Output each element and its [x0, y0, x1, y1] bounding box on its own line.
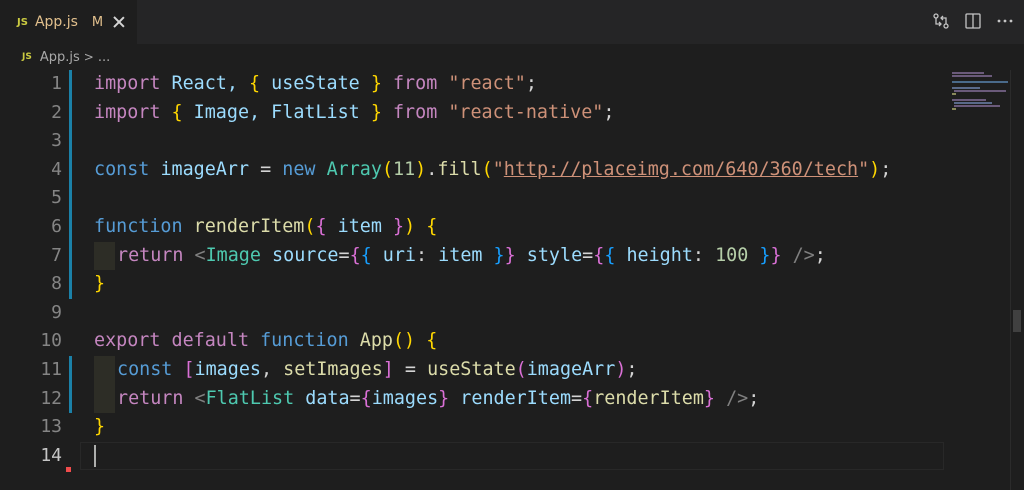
- code-line-8: }: [94, 273, 106, 295]
- indent-guide: [94, 384, 115, 414]
- minimap-line: [952, 72, 984, 74]
- code-line-6: function renderItem({ item }) {: [94, 216, 438, 237]
- code-line-13: }: [94, 416, 106, 438]
- javascript-file-icon: JS: [22, 52, 32, 62]
- minimap-line: [952, 99, 986, 101]
- git-modified-indicator[interactable]: [69, 356, 72, 413]
- line-number: 11: [40, 359, 62, 380]
- code-line-7: return <Image source={{ uri: item }} sty…: [117, 244, 826, 266]
- vertical-scrollbar[interactable]: [1010, 70, 1024, 490]
- split-editor-icon[interactable]: [964, 12, 982, 30]
- line-number: 7: [51, 244, 62, 266]
- code-line-11: const [images, setImages] = useState(ima…: [117, 359, 638, 380]
- minimap-line: [952, 75, 992, 77]
- close-icon[interactable]: [111, 14, 127, 30]
- breadcrumb-symbols[interactable]: ...: [98, 50, 110, 65]
- tab-app-js[interactable]: JS App.js M: [0, 0, 137, 44]
- line-number: 9: [51, 301, 62, 323]
- indent-guide: [94, 241, 115, 271]
- minimap-line: [954, 90, 1006, 92]
- current-line-highlight: [80, 442, 944, 470]
- modified-status-badge: M: [91, 14, 104, 30]
- minimap-line: [954, 102, 992, 104]
- scrollbar-thumb[interactable]: [1013, 310, 1021, 332]
- code-line-1: import React, { useState } from "react";: [94, 73, 537, 94]
- line-number: 5: [51, 187, 62, 209]
- minimap-line: [952, 93, 956, 95]
- line-number: 2: [51, 101, 62, 123]
- tab-bar: JS App.js M: [0, 0, 1024, 44]
- chevron-right-icon: >: [83, 50, 94, 64]
- code-line-4: const imageArr = new Array(11).fill("htt…: [94, 158, 892, 180]
- code-line-10: export default function App() {: [94, 330, 438, 352]
- editor-actions: [932, 12, 1014, 30]
- breadcrumb-file[interactable]: App.js: [40, 50, 80, 65]
- tab-label[interactable]: App.js: [35, 14, 78, 30]
- line-number: 12: [40, 387, 62, 409]
- line-number: 1: [51, 73, 62, 94]
- minimap-line: [952, 108, 956, 110]
- minimap[interactable]: [944, 70, 1010, 490]
- minimap-line: [952, 87, 980, 89]
- line-number: 13: [40, 416, 62, 438]
- text-cursor: [94, 445, 96, 467]
- line-number: 8: [51, 273, 62, 295]
- url-link[interactable]: http://placeimg.com/640/360/tech: [504, 159, 858, 180]
- indent-guide: [94, 356, 115, 385]
- line-number: 3: [51, 130, 62, 152]
- line-number: 4: [51, 158, 62, 180]
- minimap-line: [952, 81, 1008, 83]
- line-number-active: 14: [40, 444, 62, 466]
- error-marker-icon: [66, 467, 71, 472]
- minimap-line: [954, 105, 1000, 107]
- more-actions-icon[interactable]: [996, 12, 1014, 30]
- code-line-12: return <FlatList data={images} renderIte…: [117, 387, 760, 409]
- code-editor[interactable]: 1 2 3 4 5 6 7 8 9 10 11 12 13 14 import …: [0, 70, 1024, 490]
- code-line-2: import { Image, FlatList } from "react-n…: [94, 101, 615, 123]
- line-number: 10: [40, 330, 62, 352]
- breadcrumb: JS App.js > ...: [0, 44, 1024, 70]
- javascript-file-icon: JS: [17, 16, 28, 28]
- open-changes-icon[interactable]: [932, 12, 950, 30]
- line-number: 6: [51, 216, 62, 237]
- git-modified-indicator[interactable]: [69, 70, 72, 299]
